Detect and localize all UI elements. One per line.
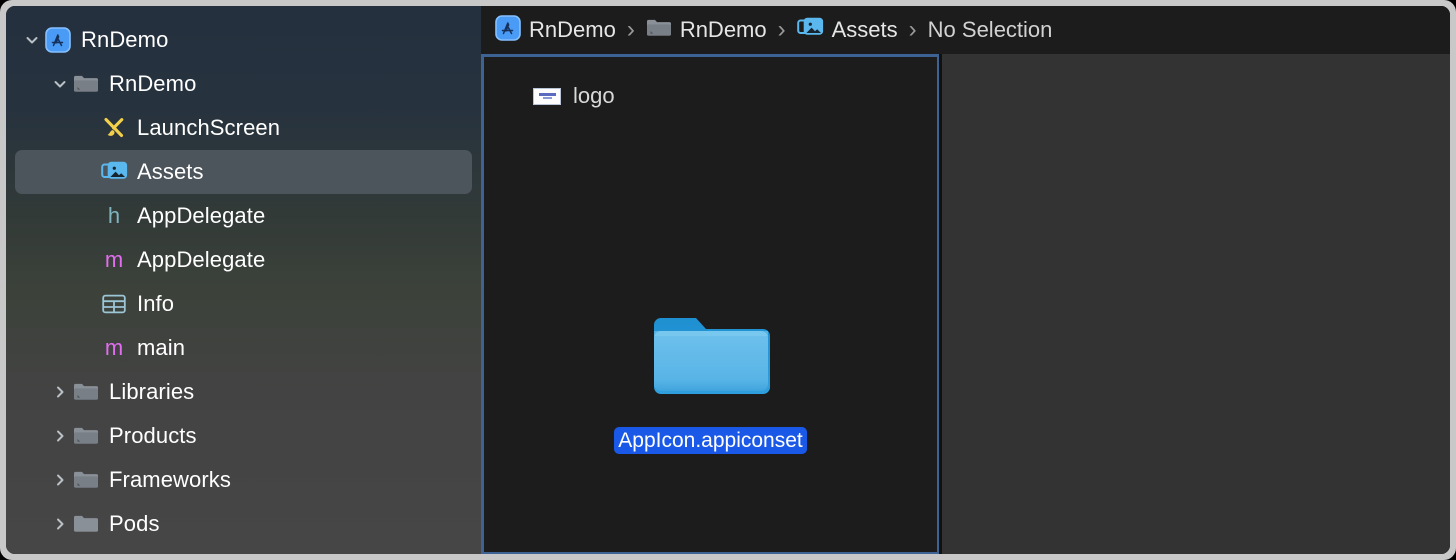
- breadcrumb-item-rndemo-project[interactable]: RnDemo: [495, 6, 616, 54]
- asset-grid-item-label: AppIcon.appiconset: [604, 423, 818, 458]
- sidebar-item-label: RnDemo: [109, 71, 197, 96]
- assets-catalog-icon: [796, 16, 824, 45]
- project-navigator[interactable]: RnDemo RnDemo LaunchScreen Assets h AppD…: [6, 6, 481, 554]
- asset-detail-pane: [942, 54, 1450, 554]
- sidebar-item-rndemo-group[interactable]: RnDemo: [15, 62, 472, 106]
- sidebar-item-main[interactable]: m main: [15, 326, 472, 370]
- thumbnail-line-top: [538, 93, 556, 96]
- chevron-right-icon[interactable]: [49, 516, 71, 532]
- chevron-down-icon[interactable]: [49, 76, 71, 92]
- breadcrumb[interactable]: RnDemo › RnDemo › Assets › No Selection: [481, 6, 1450, 54]
- breadcrumb-label: No Selection: [927, 17, 1053, 42]
- folder-group-icon: [71, 425, 101, 447]
- folder-group-icon: [71, 469, 101, 491]
- sidebar-item-libraries[interactable]: Libraries: [15, 370, 472, 414]
- sidebar-item-label: Frameworks: [109, 467, 232, 492]
- breadcrumb-item-no-selection[interactable]: No Selection: [928, 6, 1053, 54]
- chevron-right-icon[interactable]: [49, 472, 71, 488]
- folder-group-icon: [71, 381, 101, 403]
- objc-file-icon: m: [104, 335, 124, 360]
- chevron-right-icon[interactable]: [49, 384, 71, 400]
- folder-group-icon: [646, 17, 672, 44]
- folder-group-icon: [71, 73, 101, 95]
- sidebar-item-label: LaunchScreen: [137, 115, 281, 140]
- sidebar-item-appdelegate-m[interactable]: m AppDelegate: [15, 238, 472, 282]
- asset-list-item-logo[interactable]: logo: [484, 57, 937, 109]
- objc-file-icon: m: [104, 247, 124, 272]
- sidebar-item-pods[interactable]: Pods: [15, 502, 472, 546]
- sidebar-item-launchscreen[interactable]: LaunchScreen: [15, 106, 472, 150]
- sidebar-item-label: AppDelegate: [137, 247, 266, 272]
- sidebar-item-label: RnDemo: [81, 27, 169, 52]
- breadcrumb-separator-icon: ›: [626, 16, 635, 43]
- asset-list-pane[interactable]: logo AppIcon.appiconset: [481, 54, 939, 554]
- sidebar-item-label: Assets: [137, 159, 204, 184]
- app-project-icon: [495, 14, 521, 46]
- asset-grid-item-appicon[interactable]: AppIcon.appiconset: [484, 315, 937, 458]
- thumbnail-line-bottom: [542, 97, 552, 99]
- sidebar-item-frameworks[interactable]: Frameworks: [15, 458, 472, 502]
- sidebar-item-label: Products: [109, 423, 197, 448]
- sidebar-item-label: Info: [137, 291, 175, 316]
- breadcrumb-label: Assets: [831, 17, 898, 42]
- sidebar-item-products[interactable]: Products: [15, 414, 472, 458]
- breadcrumb-item-assets[interactable]: Assets: [796, 6, 898, 54]
- breadcrumb-label: RnDemo: [679, 17, 767, 42]
- interface-builder-icon: [99, 115, 129, 141]
- sidebar-item-assets[interactable]: Assets: [15, 150, 472, 194]
- sidebar-item-appdelegate-h[interactable]: h AppDelegate: [15, 194, 472, 238]
- breadcrumb-label: RnDemo: [529, 17, 616, 42]
- plist-file-icon: [99, 293, 129, 315]
- sidebar-item-label: main: [137, 335, 186, 360]
- editor-area: RnDemo › RnDemo › Assets › No Selection …: [481, 6, 1450, 554]
- breadcrumb-item-rndemo-group[interactable]: RnDemo: [646, 6, 767, 54]
- app-project-icon: [43, 27, 73, 53]
- breadcrumb-separator-icon: ›: [777, 16, 786, 43]
- folder-blue-icon: [652, 315, 770, 409]
- assets-catalog-icon: [99, 160, 129, 184]
- sidebar-item-rndemo-project[interactable]: RnDemo: [15, 18, 472, 62]
- sidebar-item-label: Libraries: [109, 379, 195, 404]
- window-content: RnDemo RnDemo LaunchScreen Assets h AppD…: [6, 6, 1450, 554]
- image-thumbnail-icon: [533, 87, 561, 105]
- sidebar-item-info[interactable]: Info: [15, 282, 472, 326]
- folder-plain-icon: [71, 513, 101, 535]
- asset-list-item-label: logo: [573, 83, 615, 108]
- header-file-icon: h: [107, 203, 121, 228]
- xcode-window: RnDemo RnDemo LaunchScreen Assets h AppD…: [0, 0, 1456, 560]
- chevron-down-icon[interactable]: [21, 32, 43, 48]
- sidebar-item-label: AppDelegate: [137, 203, 266, 228]
- asset-catalog-editor: logo AppIcon.appiconset: [481, 54, 1450, 554]
- sidebar-item-label: Pods: [109, 511, 160, 536]
- breadcrumb-separator-icon: ›: [908, 16, 917, 43]
- chevron-right-icon[interactable]: [49, 428, 71, 444]
